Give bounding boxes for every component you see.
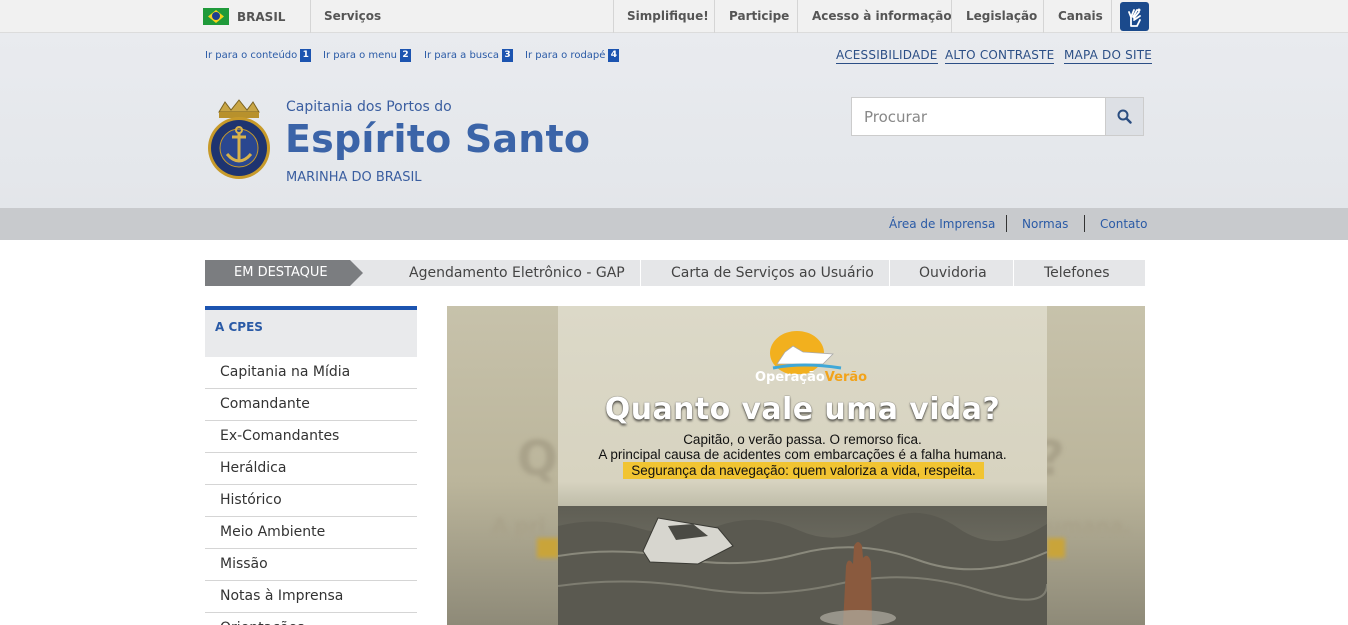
sidebar-item-heraldica[interactable]: Heráldica	[205, 453, 417, 485]
banner-line-1: Capitão, o verão passa. O remorso fica.	[683, 432, 922, 447]
brasil-label: BRASIL	[237, 9, 286, 24]
destaque-agendamento-gap[interactable]: Agendamento Eletrônico - GAP	[409, 260, 625, 286]
brasil-link[interactable]: BRASIL	[203, 7, 285, 26]
gov-top-bar: BRASIL Serviços Simplifique! Participe A…	[0, 0, 1348, 33]
skip-to-search[interactable]: Ir para a busca 3	[424, 49, 513, 62]
operacao-verao-poster: OperaçãoVerão Quanto vale uma vida? Capi…	[557, 306, 1049, 625]
em-destaque-label: EM DESTAQUE	[205, 260, 363, 286]
em-destaque-bar: EM DESTAQUE Agendamento Eletrônico - GAP…	[205, 260, 1145, 286]
sidebar-item-ex-comandantes[interactable]: Ex-Comandantes	[205, 421, 417, 453]
alto-contraste-link[interactable]: ALTO CONTRASTE	[945, 48, 1055, 64]
service-links-bar: Área de Imprensa Normas Contato	[0, 208, 1348, 240]
acesso-informacao-link[interactable]: Acesso à informação	[812, 9, 952, 23]
sidebar-item-comandante[interactable]: Comandante	[205, 389, 417, 421]
sidebar-item-missao[interactable]: Missão	[205, 549, 417, 581]
skip-to-menu[interactable]: Ir para o menu 2	[323, 49, 411, 62]
marinha-emblem-icon[interactable]	[205, 98, 273, 190]
destaque-telefones[interactable]: Telefones	[1044, 260, 1110, 286]
sidebar-menu: A CPES Capitania na Mídia Comandante Ex-…	[205, 306, 417, 625]
sea-image	[557, 506, 1049, 625]
operacao-verao-logo-icon	[770, 331, 842, 374]
acessibilidade-link[interactable]: ACESSIBILIDADE	[836, 48, 938, 64]
skip-to-content[interactable]: Ir para o conteúdo 1	[205, 49, 312, 62]
contato-link[interactable]: Contato	[1100, 217, 1147, 231]
legislacao-link[interactable]: Legislação	[966, 9, 1037, 23]
operacao-verao-label: OperaçãoVerão	[755, 370, 868, 385]
site-subtitle: Capitania dos Portos do	[286, 99, 452, 115]
sidebar-item-orientacoes[interactable]: Orientações	[205, 613, 417, 625]
participe-link[interactable]: Participe	[729, 9, 789, 23]
normas-link[interactable]: Normas	[1022, 217, 1068, 231]
banner-highlight-text: Segurança da navegação: quem valoriza a …	[631, 463, 976, 478]
site-title[interactable]: Espírito Santo	[285, 117, 590, 161]
search-box	[851, 97, 1144, 136]
banner-line-2: A principal causa de acidentes com embar…	[598, 447, 1007, 462]
site-org-name: MARINHA DO BRASIL	[286, 170, 422, 185]
canais-link[interactable]: Canais	[1058, 9, 1103, 23]
destaque-carta-servicos[interactable]: Carta de Serviços ao Usuário	[671, 260, 874, 286]
search-icon	[1117, 109, 1132, 124]
featured-banner[interactable]: Q ? A pri umana. OperaçãoVerão Quanto va…	[447, 306, 1145, 625]
sidebar-item-capitania-midia[interactable]: Capitania na Mídia	[205, 357, 417, 389]
destaque-ouvidoria[interactable]: Ouvidoria	[919, 260, 987, 286]
search-input[interactable]	[852, 98, 1106, 135]
sidebar-header[interactable]: A CPES	[205, 306, 417, 357]
banner-headline: Quanto vale uma vida?	[604, 392, 1001, 427]
simplifique-link[interactable]: Simplifique!	[627, 9, 709, 23]
skip-to-footer[interactable]: Ir para o rodapé 4	[525, 49, 620, 62]
sign-language-icon[interactable]	[1120, 2, 1149, 31]
sidebar-item-notas-imprensa[interactable]: Notas à Imprensa	[205, 581, 417, 613]
area-imprensa-link[interactable]: Área de Imprensa	[889, 217, 995, 231]
search-button[interactable]	[1105, 98, 1143, 135]
sidebar-item-historico[interactable]: Histórico	[205, 485, 417, 517]
mapa-do-site-link[interactable]: MAPA DO SITE	[1064, 48, 1153, 64]
brazil-flag-icon	[203, 8, 229, 25]
sidebar-item-meio-ambiente[interactable]: Meio Ambiente	[205, 517, 417, 549]
servicos-link[interactable]: Serviços	[324, 9, 381, 23]
site-header: Ir para o conteúdo 1 Ir para o menu 2 Ir p…	[0, 33, 1348, 208]
